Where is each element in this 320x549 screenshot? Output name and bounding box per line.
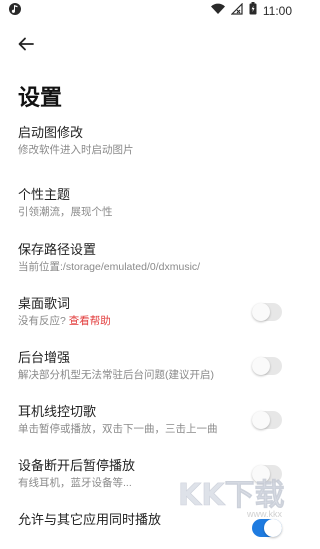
wifi-icon	[210, 2, 225, 20]
watermark-logo: KK下载 www.kkx	[172, 469, 292, 519]
setting-splash-image[interactable]: 启动图修改 修改软件进入时启动图片	[18, 122, 282, 162]
setting-background-boost[interactable]: 后台增强 解决部分机型无法常驻后台问题(建议开启)	[18, 347, 282, 387]
setting-subtitle: 当前位置:/storage/emulated/0/dxmusic/	[18, 261, 201, 273]
arrow-left-icon	[17, 35, 35, 58]
svg-text:KK下载: KK下载	[178, 478, 285, 513]
desktop-lyrics-toggle[interactable]	[252, 303, 282, 321]
setting-subtitle: 解决部分机型无法常驻后台问题(建议开启)	[18, 369, 214, 381]
watermark-url: www.kkx	[246, 509, 282, 519]
view-help-link[interactable]: 查看帮助	[69, 315, 111, 327]
setting-title: 个性主题	[18, 187, 71, 202]
concurrent-playback-toggle[interactable]	[252, 519, 282, 537]
page-title: 设置	[18, 85, 63, 110]
setting-headset-control[interactable]: 耳机线控切歌 单击暂停或播放，双击下一曲，三击上一曲	[18, 401, 282, 441]
setting-title: 设备断开后暂停播放	[18, 458, 136, 473]
setting-title: 后台增强	[18, 350, 71, 365]
toggle-knob	[252, 303, 270, 321]
setting-subtitle: 有线耳机，蓝牙设备等...	[18, 477, 132, 489]
setting-title: 允许与其它应用同时播放	[18, 512, 162, 527]
setting-save-path[interactable]: 保存路径设置 当前位置:/storage/emulated/0/dxmusic/	[18, 239, 282, 279]
signal-blocked-icon	[230, 2, 243, 20]
setting-title: 启动图修改	[18, 125, 84, 140]
setting-title: 保存路径设置	[18, 242, 97, 257]
back-button[interactable]	[14, 34, 38, 58]
toggle-knob	[252, 357, 270, 375]
battery-icon	[249, 2, 257, 20]
status-time: 11:00	[262, 4, 292, 18]
setting-theme[interactable]: 个性主题 引领潮流，展现个性	[18, 184, 282, 224]
background-boost-toggle[interactable]	[252, 357, 282, 375]
status-bar: 11:00	[0, 0, 300, 22]
setting-subtitle-text: 没有反应?	[18, 315, 66, 327]
setting-desktop-lyrics[interactable]: 桌面歌词 没有反应? 查看帮助	[18, 293, 282, 333]
setting-subtitle: 引领潮流，展现个性	[18, 206, 113, 218]
setting-title: 耳机线控切歌	[18, 404, 97, 419]
toggle-knob	[252, 411, 270, 429]
toggle-knob	[264, 519, 282, 537]
setting-subtitle: 修改软件进入时启动图片	[18, 144, 134, 156]
headset-control-toggle[interactable]	[252, 411, 282, 429]
music-note-icon	[8, 2, 22, 21]
setting-title: 桌面歌词	[18, 296, 71, 311]
setting-subtitle: 没有反应? 查看帮助	[18, 313, 111, 328]
setting-subtitle: 单击暂停或播放，双击下一曲，三击上一曲	[18, 423, 218, 435]
